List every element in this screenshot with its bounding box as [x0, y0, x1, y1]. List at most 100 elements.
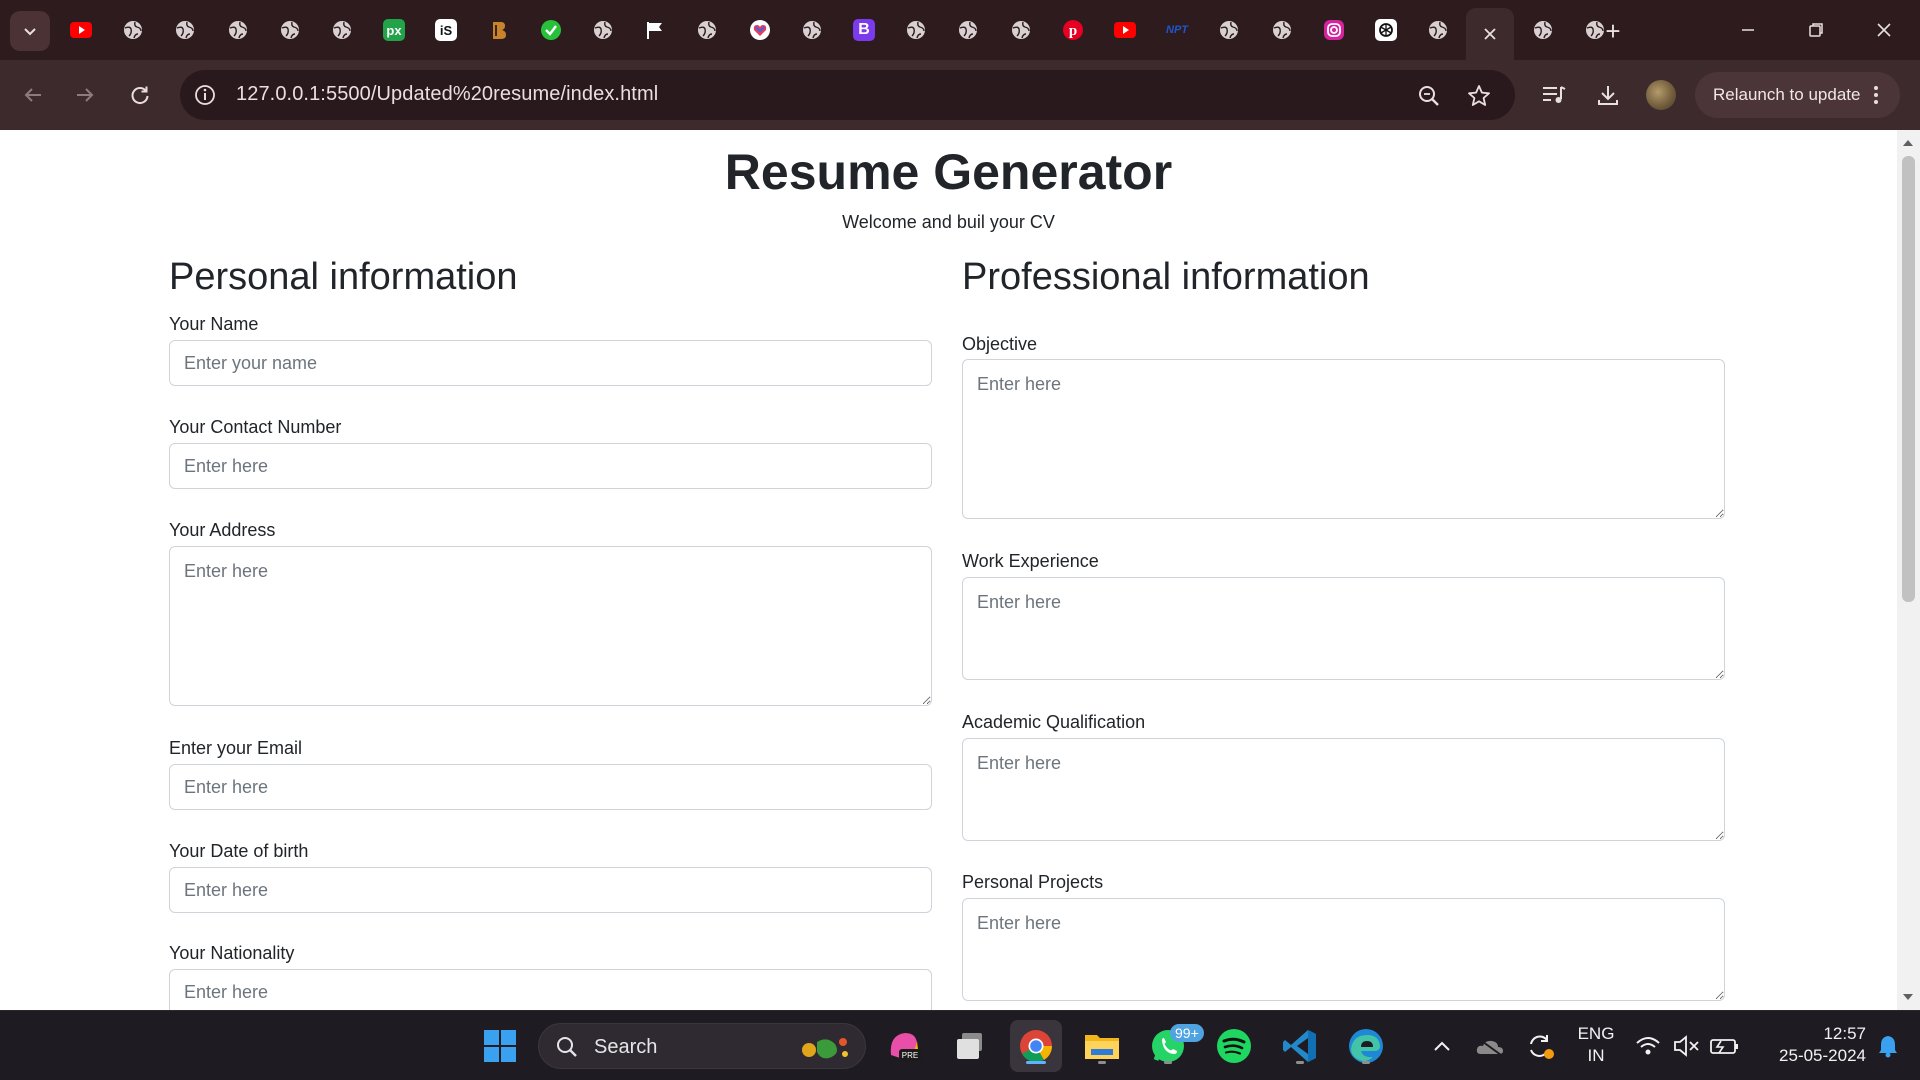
- taskbar-chrome[interactable]: [1010, 1020, 1062, 1072]
- sync-tray[interactable]: [1518, 1024, 1562, 1068]
- browser-tab[interactable]: px: [380, 16, 408, 44]
- quick-settings-tray[interactable]: [1630, 1024, 1746, 1068]
- taskbar-whatsapp[interactable]: 99+: [1146, 1024, 1204, 1068]
- taskbar-file-explorer[interactable]: [1080, 1024, 1124, 1068]
- browser-tab[interactable]: [902, 16, 930, 44]
- new-tab-button[interactable]: +: [1598, 16, 1628, 46]
- browser-tab[interactable]: [1320, 16, 1348, 44]
- chevron-down-icon: [24, 28, 36, 36]
- taskbar-copilot-pre[interactable]: PRE: [882, 1024, 926, 1068]
- browser-tab[interactable]: [1111, 16, 1139, 44]
- bell-icon: [1879, 1036, 1897, 1058]
- globe-icon: [174, 19, 196, 41]
- browser-tab[interactable]: [589, 16, 617, 44]
- address-bar[interactable]: 127.0.0.1:5500/Updated%20resume/index.ht…: [180, 70, 1515, 120]
- taskbar-search[interactable]: Search: [538, 1023, 866, 1069]
- browser-tab[interactable]: [641, 16, 669, 44]
- browser-tab[interactable]: [1529, 16, 1557, 44]
- zoom-icon[interactable]: [1415, 82, 1443, 110]
- browser-tab[interactable]: [224, 16, 252, 44]
- onedrive-cloud-icon: [1476, 1038, 1503, 1056]
- browser-tab[interactable]: [485, 16, 513, 44]
- pinterest-icon: p: [1062, 19, 1084, 41]
- profile-avatar[interactable]: [1646, 80, 1676, 110]
- browser-tab[interactable]: [954, 16, 982, 44]
- forward-button[interactable]: [65, 75, 105, 115]
- chevron-up-icon: [1434, 1041, 1450, 1051]
- reload-button[interactable]: [120, 75, 160, 115]
- instagram-icon: [1323, 19, 1345, 41]
- nationality-input[interactable]: [169, 969, 932, 1010]
- globe-icon: [1218, 19, 1240, 41]
- globe-icon: [696, 19, 718, 41]
- browser-tab[interactable]: [1372, 16, 1400, 44]
- notifications-button[interactable]: [1868, 1024, 1908, 1068]
- globe-icon: [227, 19, 249, 41]
- professional-info-heading: Professional information: [962, 256, 1370, 298]
- downloads-icon[interactable]: [1592, 79, 1624, 111]
- page-viewport: Resume Generator Welcome and buil your C…: [0, 130, 1897, 1010]
- browser-tab[interactable]: [746, 16, 774, 44]
- browser-tab[interactable]: [1215, 16, 1243, 44]
- more-menu-icon[interactable]: [1864, 83, 1888, 107]
- name-input[interactable]: [169, 340, 932, 386]
- address-textarea[interactable]: [169, 546, 932, 706]
- personal-projects-label: Personal Projects: [962, 872, 1104, 892]
- relaunch-label: Relaunch to update: [1713, 85, 1861, 104]
- arrow-right-icon: [77, 88, 94, 102]
- clock[interactable]: 12:57 25-05-2024: [1750, 1023, 1866, 1067]
- browser-tab[interactable]: [537, 16, 565, 44]
- start-button[interactable]: [478, 1024, 522, 1068]
- browser-tab[interactable]: [1424, 16, 1452, 44]
- scrollbar-thumb[interactable]: [1902, 156, 1915, 602]
- objective-textarea[interactable]: [962, 359, 1725, 519]
- contact-number-input[interactable]: [169, 443, 932, 489]
- relaunch-to-update-button[interactable]: Relaunch to update: [1695, 72, 1900, 118]
- browser-tab[interactable]: B: [850, 16, 878, 44]
- browser-tab[interactable]: [693, 16, 721, 44]
- site-info-icon[interactable]: [192, 82, 218, 108]
- email-input[interactable]: [169, 764, 932, 810]
- work-experience-label: Work Experience: [962, 551, 1099, 571]
- show-hidden-icons-button[interactable]: [1420, 1024, 1464, 1068]
- language-indicator[interactable]: ENG IN: [1568, 1023, 1624, 1067]
- academic-qualification-textarea[interactable]: [962, 738, 1725, 841]
- browser-tab[interactable]: [1268, 16, 1296, 44]
- chrome-icon: [1020, 1030, 1052, 1063]
- taskbar-edge[interactable]: [1344, 1024, 1388, 1068]
- address-label: Your Address: [169, 520, 276, 540]
- dob-input[interactable]: [169, 867, 932, 913]
- scroll-down-arrow-icon[interactable]: [1903, 994, 1913, 1000]
- browser-tab[interactable]: [67, 16, 95, 44]
- browser-tab[interactable]: [798, 16, 826, 44]
- browser-tab[interactable]: NPT: [1163, 16, 1191, 44]
- arrow-left-icon: [24, 88, 41, 102]
- tab-search-button[interactable]: [10, 11, 50, 51]
- close-tab-icon[interactable]: [1482, 26, 1498, 42]
- browser-tab[interactable]: [171, 16, 199, 44]
- browser-tab[interactable]: [1007, 16, 1035, 44]
- restore-button[interactable]: [1794, 10, 1838, 50]
- browser-tab[interactable]: iS: [432, 16, 460, 44]
- window-close-button[interactable]: [1862, 10, 1906, 50]
- bookmark-star-icon[interactable]: [1465, 82, 1493, 110]
- page-scrollbar[interactable]: [1897, 130, 1920, 1010]
- browser-tab[interactable]: [119, 16, 147, 44]
- back-button[interactable]: [13, 75, 53, 115]
- media-controls-icon[interactable]: [1538, 79, 1570, 111]
- objective-label: Objective: [962, 334, 1038, 354]
- personal-projects-textarea[interactable]: [962, 898, 1725, 1001]
- taskbar-vscode[interactable]: [1278, 1024, 1322, 1068]
- url-text: 127.0.0.1:5500/Updated%20resume/index.ht…: [236, 83, 659, 105]
- scroll-up-arrow-icon[interactable]: [1903, 140, 1913, 146]
- taskbar-task-view[interactable]: [948, 1024, 992, 1068]
- taskbar-spotify[interactable]: [1212, 1024, 1256, 1068]
- browser-tab[interactable]: [328, 16, 356, 44]
- work-experience-textarea[interactable]: [962, 577, 1725, 680]
- active-tab[interactable]: [1466, 8, 1514, 60]
- dob-label: Your Date of birth: [169, 841, 309, 861]
- onedrive-tray[interactable]: [1468, 1024, 1512, 1068]
- minimize-button[interactable]: [1726, 10, 1770, 50]
- browser-tab[interactable]: p: [1059, 16, 1087, 44]
- browser-tab[interactable]: [276, 16, 304, 44]
